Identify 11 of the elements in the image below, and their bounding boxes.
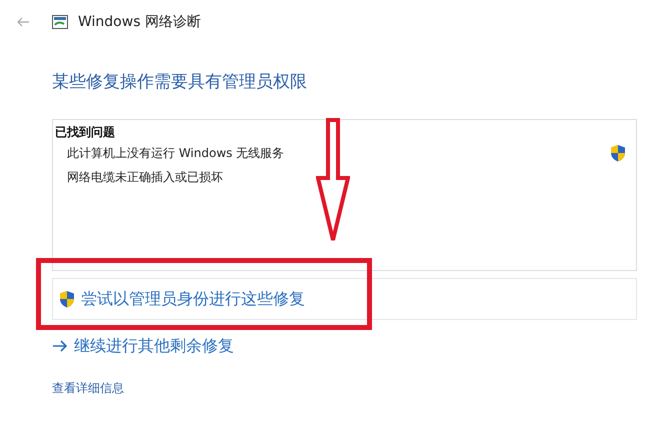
problem-text: 网络电缆未正确插入或已损坏	[67, 168, 223, 186]
shield-icon	[59, 290, 75, 308]
network-diagnostics-icon	[52, 15, 68, 29]
admin-fix-option[interactable]: 尝试以管理员身份进行这些修复	[52, 278, 637, 320]
details-link[interactable]: 查看详细信息	[52, 380, 124, 397]
back-arrow-icon[interactable]	[16, 17, 30, 27]
arrow-right-icon	[52, 340, 68, 352]
problems-title: 已找到问题	[55, 124, 116, 141]
page-heading: 某些修复操作需要具有管理员权限	[52, 71, 308, 93]
window-title: Windows 网络诊断	[78, 13, 201, 31]
problem-text: 此计算机上没有运行 Windows 无线服务	[67, 144, 284, 162]
